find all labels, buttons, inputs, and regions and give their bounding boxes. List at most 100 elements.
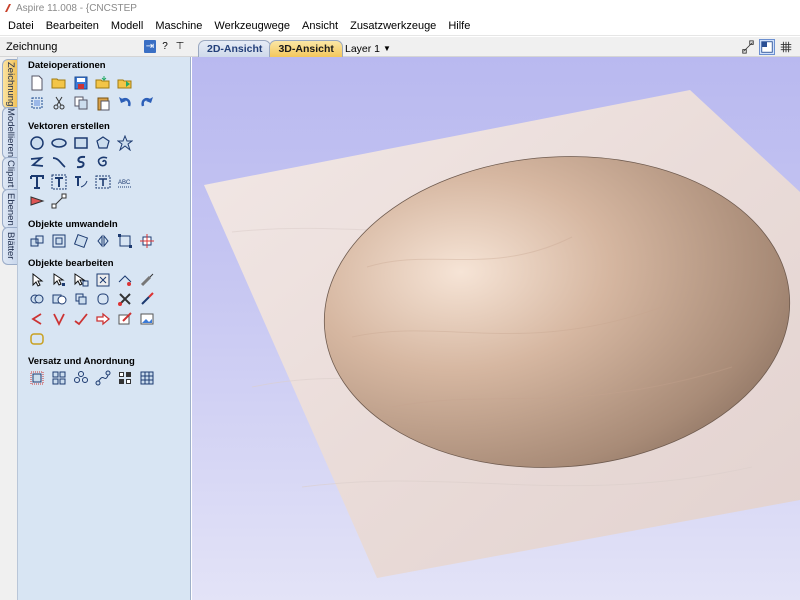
scissors-icon[interactable]: [116, 290, 133, 307]
fillet-icon[interactable]: [94, 290, 111, 307]
tangent-icon[interactable]: [116, 271, 133, 288]
scale-icon[interactable]: [50, 232, 67, 249]
open-vector-icon[interactable]: [28, 310, 45, 327]
ellipse-icon[interactable]: [50, 134, 67, 151]
tab-3d-view[interactable]: 3D-Ansicht: [269, 40, 343, 57]
menu-werkzeugwege[interactable]: Werkzeugwege: [208, 16, 296, 36]
spline-icon[interactable]: [72, 153, 89, 170]
menu-zusatzwerkzeuge[interactable]: Zusatzwerkzeuge: [344, 16, 442, 36]
image-icon-glyph: [140, 313, 153, 324]
text-on-curve-icon[interactable]: [72, 173, 89, 190]
move-icon-glyph: [30, 235, 43, 246]
draw-icon[interactable]: [116, 310, 133, 327]
dimension-icon[interactable]: [28, 192, 45, 209]
import-folder-icon[interactable]: [94, 74, 111, 91]
pattern-icon[interactable]: [138, 369, 155, 386]
interactive-select-icon[interactable]: [72, 271, 89, 288]
view-mode-tools: [740, 39, 794, 55]
select-icon[interactable]: [28, 271, 45, 288]
trim-icon[interactable]: [94, 271, 111, 288]
text-icon[interactable]: [28, 173, 45, 190]
panel-title: Zeichnung: [6, 41, 58, 53]
subtract-icon-glyph: [52, 294, 66, 304]
redo-icon[interactable]: [138, 94, 155, 111]
image-icon[interactable]: [138, 310, 155, 327]
title-bar: Aspire 11.008 - {CNCSTEP: [0, 0, 800, 16]
polyline-icon[interactable]: [28, 153, 45, 170]
export-icon[interactable]: [116, 74, 133, 91]
new-file-icon-glyph: [31, 75, 42, 90]
paste-icon[interactable]: [94, 94, 111, 111]
menu-ansicht[interactable]: Ansicht: [296, 16, 344, 36]
select-all-icon-glyph: [31, 97, 42, 108]
circle-icon-glyph: [29, 135, 44, 150]
mirror-icon[interactable]: [94, 232, 111, 249]
menu-maschine[interactable]: Maschine: [149, 16, 208, 36]
side-tab-clipart[interactable]: Clipart: [2, 157, 17, 191]
rectangle-outline-icon[interactable]: [28, 330, 45, 347]
smooth-icon[interactable]: [72, 310, 89, 327]
svg-text:ABC: ABC: [118, 180, 131, 186]
chevron-down-icon: ▼: [383, 44, 391, 53]
intersect-icon[interactable]: [72, 290, 89, 307]
grid-icon[interactable]: [778, 39, 794, 55]
side-tab-zeichnung[interactable]: Zeichnung: [2, 59, 17, 109]
pin-button[interactable]: ⊤: [174, 40, 186, 53]
curve-icon[interactable]: [50, 153, 67, 170]
spiral-icon[interactable]: [94, 153, 111, 170]
menu-bearbeiten[interactable]: Bearbeiten: [40, 16, 105, 36]
nest-icon-glyph: [95, 370, 110, 385]
mirror-icon-glyph: [96, 234, 109, 247]
arrow-icon[interactable]: [94, 310, 111, 327]
copy-icon[interactable]: [72, 94, 89, 111]
help-button[interactable]: ?: [159, 40, 171, 53]
rectangle-icon[interactable]: [72, 134, 89, 151]
circle-array-icon[interactable]: [72, 369, 89, 386]
subtract-icon[interactable]: [50, 290, 67, 307]
spiral-icon-glyph: [97, 156, 107, 166]
move-icon[interactable]: [28, 232, 45, 249]
menu-datei[interactable]: Datei: [2, 16, 40, 36]
open-folder-icon-glyph: [51, 78, 65, 88]
grid-array-icon[interactable]: [50, 369, 67, 386]
split-view-icon[interactable]: [759, 39, 775, 55]
cut-icon[interactable]: [50, 94, 67, 111]
panel-toggle-icon[interactable]: ⇥: [144, 40, 156, 53]
measure-icon-glyph: [51, 193, 66, 208]
snap-icon[interactable]: [740, 39, 756, 55]
block-icon[interactable]: [116, 369, 133, 386]
star-icon[interactable]: [116, 134, 133, 151]
menu-modell[interactable]: Modell: [105, 16, 149, 36]
tab-2d-view[interactable]: 2D-Ansicht: [198, 40, 272, 57]
distort-icon[interactable]: [116, 232, 133, 249]
nest-icon[interactable]: [94, 369, 111, 386]
text-fit-icon[interactable]: [94, 173, 111, 190]
text-box-icon[interactable]: [50, 173, 67, 190]
extend-icon[interactable]: [138, 290, 155, 307]
menu-bar: Datei Bearbeiten Modell Maschine Werkzeu…: [0, 16, 800, 36]
new-file-icon[interactable]: [28, 74, 45, 91]
node-edit-icon[interactable]: [50, 271, 67, 288]
auto-layout-text-icon[interactable]: ABC: [116, 173, 133, 190]
offset-icon-glyph: [30, 371, 43, 384]
side-tab-modellieren[interactable]: Modellieren: [2, 107, 17, 159]
undo-icon[interactable]: [116, 94, 133, 111]
select-all-icon[interactable]: [28, 94, 45, 111]
side-tab-ebenen[interactable]: Ebenen: [2, 189, 17, 229]
polygon-icon[interactable]: [94, 134, 111, 151]
circle-icon[interactable]: [28, 134, 45, 151]
3d-viewport[interactable]: [192, 57, 800, 600]
offset-icon[interactable]: [28, 369, 45, 386]
measure-icon[interactable]: [50, 192, 67, 209]
arrow-icon-glyph: [95, 312, 110, 325]
menu-hilfe[interactable]: Hilfe: [442, 16, 476, 36]
weld-icon[interactable]: [28, 290, 45, 307]
save-icon[interactable]: [72, 74, 89, 91]
side-tab-blaetter[interactable]: Blätter: [2, 227, 17, 265]
measure-tool-icon[interactable]: [138, 271, 155, 288]
tangent-icon-glyph: [118, 274, 131, 286]
open-folder-icon[interactable]: [50, 74, 67, 91]
rotate-icon[interactable]: [72, 232, 89, 249]
align-icon[interactable]: [138, 232, 155, 249]
join-icon[interactable]: [50, 310, 67, 327]
